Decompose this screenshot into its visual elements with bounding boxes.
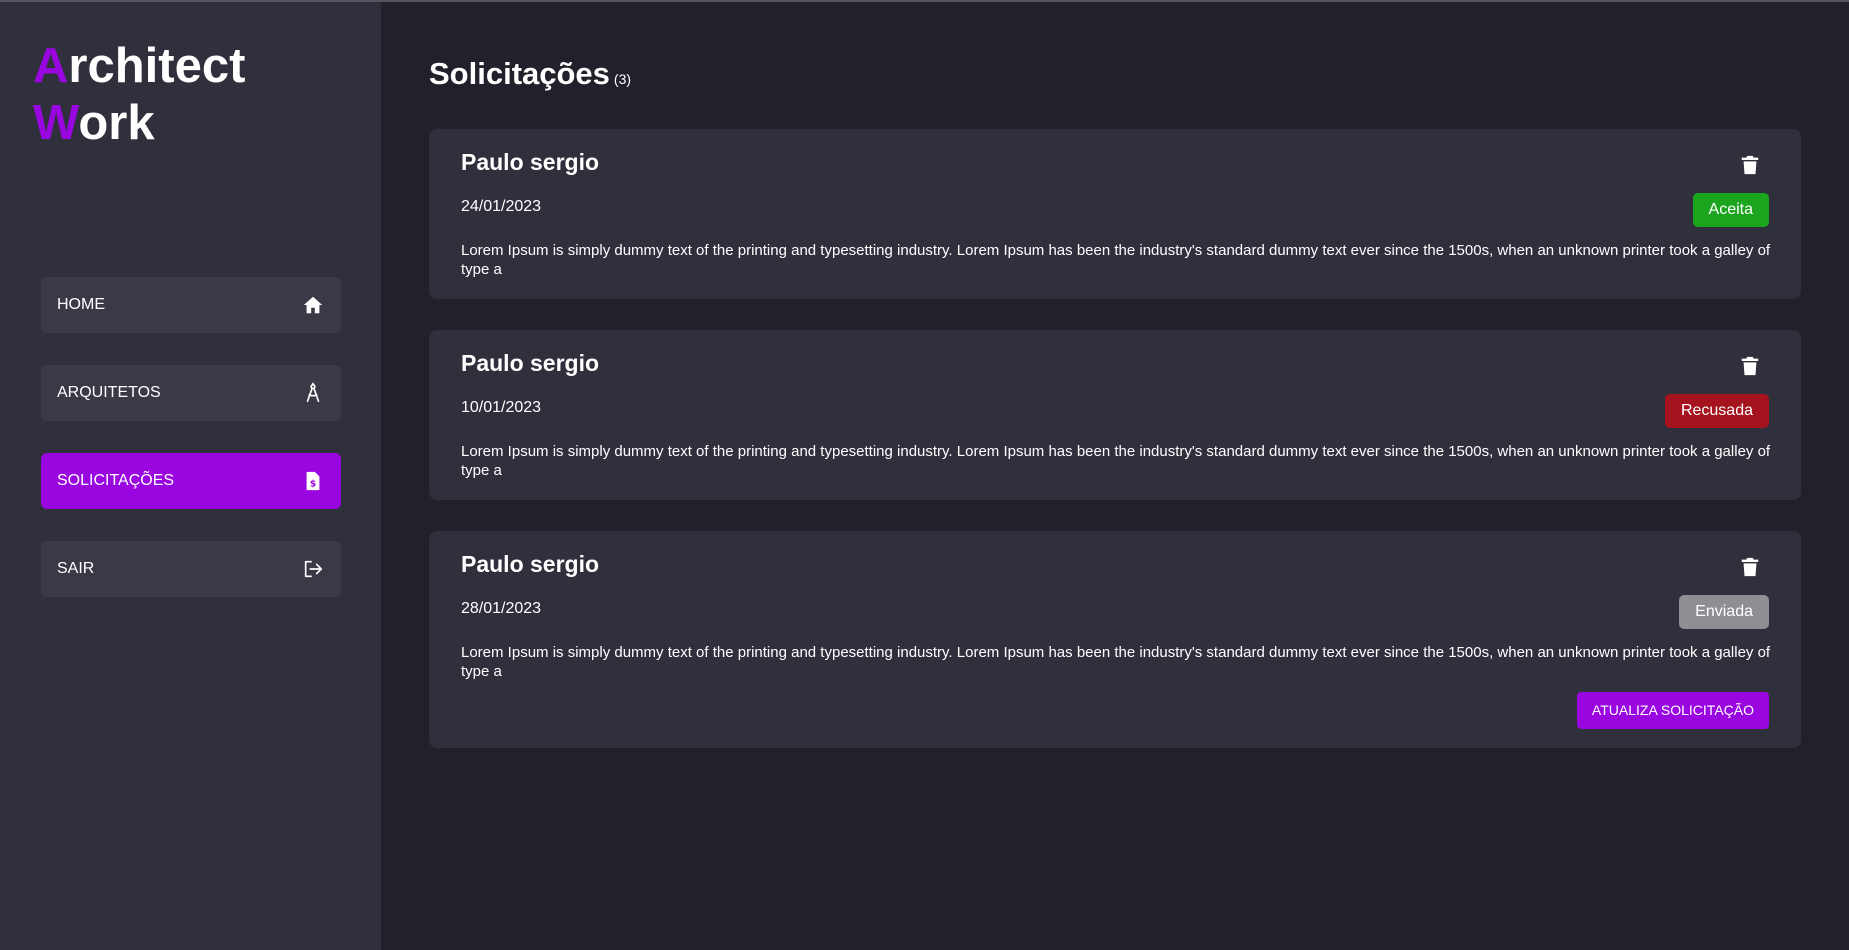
request-date: 24/01/2023 xyxy=(461,198,542,215)
page-title: Solicitações (3) xyxy=(429,56,631,92)
page-title-text: Solicitações xyxy=(429,56,610,91)
update-request-button[interactable]: ATUALIZA SOLICITAÇÃO xyxy=(1576,692,1769,729)
trash-icon xyxy=(1741,356,1759,376)
app-logo: Architect Work xyxy=(33,38,245,152)
sidebar-item-label: SAIR xyxy=(57,560,95,577)
trash-icon xyxy=(1741,557,1759,577)
sidebar-item-home[interactable]: HOME xyxy=(41,277,341,333)
sidebar-item-solicitacoes[interactable]: SOLICITAÇÕES $ xyxy=(41,453,341,509)
logo-initial-a: A xyxy=(33,39,69,93)
file-dollar-icon: $ xyxy=(302,470,324,492)
sidebar-nav: HOME ARQUITETOS SOLICITAÇÕES $ SAIR xyxy=(41,277,341,629)
sidebar-item-label: SOLICITAÇÕES xyxy=(57,472,175,489)
request-date: 10/01/2023 xyxy=(461,399,542,416)
logo-text-architect: rchitect xyxy=(68,39,246,93)
home-icon xyxy=(302,294,324,316)
logout-icon xyxy=(302,558,324,580)
request-name: Paulo sergio xyxy=(461,551,600,577)
status-badge: Enviada xyxy=(1679,595,1769,629)
delete-button[interactable] xyxy=(1739,555,1761,579)
request-date: 28/01/2023 xyxy=(461,600,542,617)
request-description: Lorem Ipsum is simply dummy text of the … xyxy=(461,644,1771,680)
request-name: Paulo sergio xyxy=(461,149,600,175)
status-badge: Aceita xyxy=(1692,193,1769,227)
logo-text-work: ork xyxy=(78,96,155,150)
trash-icon xyxy=(1741,155,1759,175)
sidebar-item-label: ARQUITETOS xyxy=(57,384,161,401)
request-card: Paulo sergio 28/01/2023 Enviada Lorem Ip… xyxy=(429,531,1801,748)
request-description: Lorem Ipsum is simply dummy text of the … xyxy=(461,242,1771,278)
request-name: Paulo sergio xyxy=(461,350,600,376)
svg-text:$: $ xyxy=(310,479,316,490)
delete-button[interactable] xyxy=(1739,153,1761,177)
request-card: Paulo sergio 10/01/2023 Recusada Lorem I… xyxy=(429,330,1801,500)
status-badge: Recusada xyxy=(1664,394,1769,428)
sidebar-item-sair[interactable]: SAIR xyxy=(41,541,341,597)
request-card: Paulo sergio 24/01/2023 Aceita Lorem Ips… xyxy=(429,129,1801,299)
logo-initial-w: W xyxy=(33,96,79,150)
sidebar: Architect Work HOME ARQUITETOS SOLICITAÇ… xyxy=(0,2,381,950)
request-description: Lorem Ipsum is simply dummy text of the … xyxy=(461,443,1771,479)
requests-count: (3) xyxy=(613,71,632,87)
main-content: Solicitações (3) Paulo sergio 24/01/2023 … xyxy=(381,2,1849,950)
sidebar-item-arquitetos[interactable]: ARQUITETOS xyxy=(41,365,341,421)
compass-icon xyxy=(302,382,324,404)
sidebar-item-label: HOME xyxy=(57,296,105,313)
delete-button[interactable] xyxy=(1739,354,1761,378)
